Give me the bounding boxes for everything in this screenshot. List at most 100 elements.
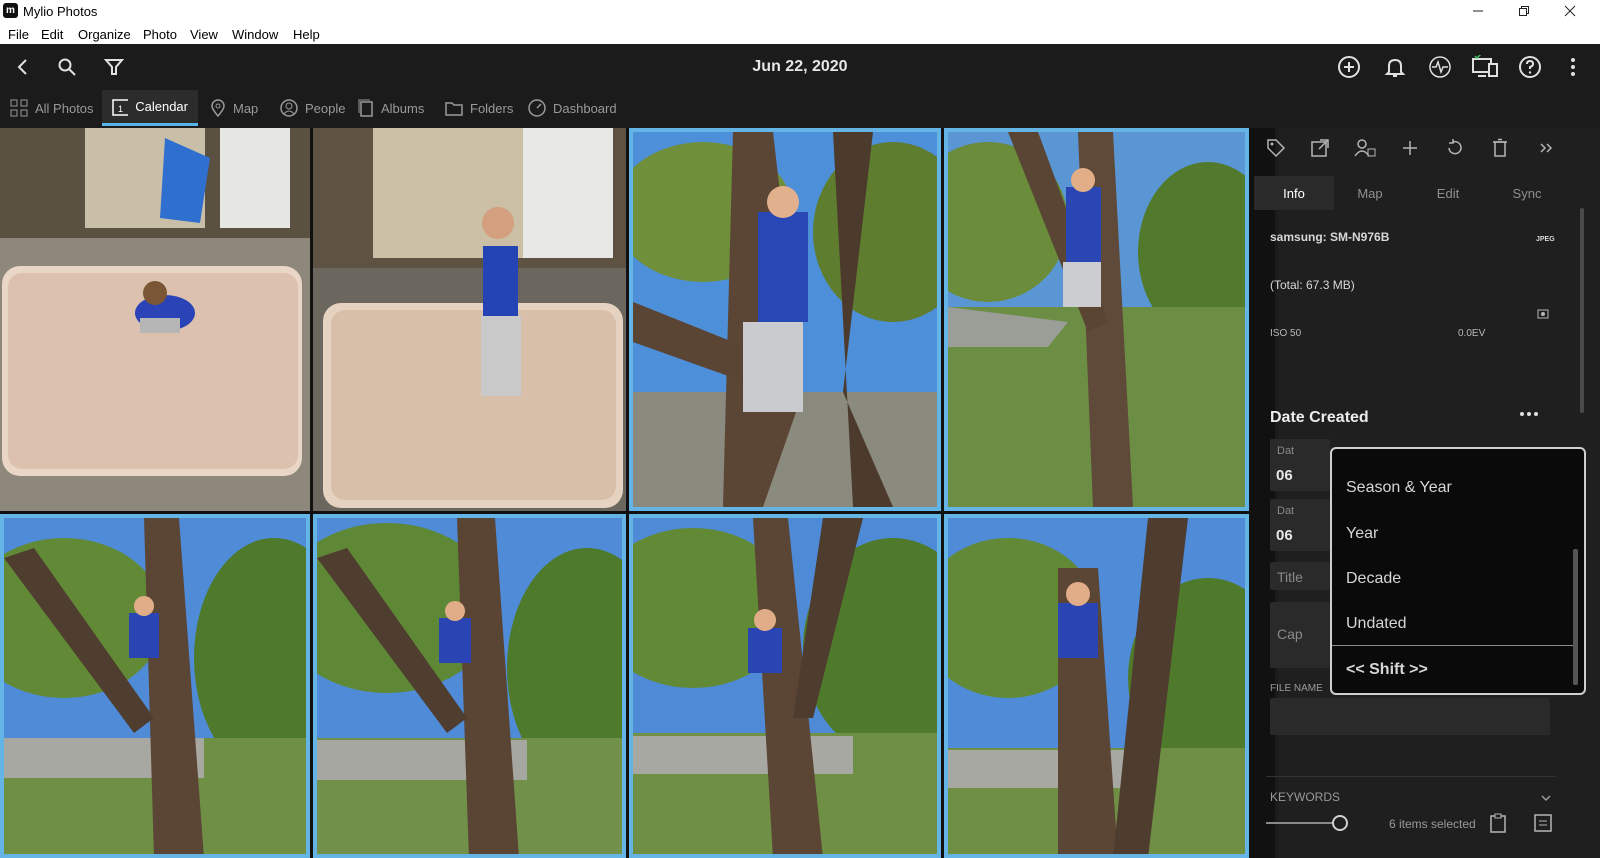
delete-button[interactable]	[1488, 136, 1512, 160]
tab-people[interactable]: People	[270, 90, 355, 126]
date-created-more-button[interactable]	[1518, 406, 1540, 424]
menu-window[interactable]: Window	[232, 27, 278, 42]
photo-tile[interactable]	[0, 128, 310, 511]
popup-season-year[interactable]: Season & Year	[1346, 479, 1452, 497]
list-view-button[interactable]	[1534, 814, 1552, 837]
people-tag-button[interactable]	[1353, 136, 1377, 160]
menu-photo[interactable]: Photo	[143, 27, 177, 42]
date-field-2-value: 06	[1276, 527, 1293, 544]
share-button[interactable]	[1308, 136, 1332, 160]
photo-mattress-jump	[313, 128, 626, 511]
date-field-2-label: Dat	[1277, 505, 1295, 517]
panel-tabs: Info Map Edit Sync	[1254, 176, 1600, 210]
panel-toolbar	[1267, 128, 1600, 168]
photo-tile[interactable]	[0, 514, 310, 858]
devices-button[interactable]	[1470, 52, 1500, 82]
photo-tile[interactable]	[944, 128, 1249, 511]
notifications-button[interactable]	[1380, 52, 1410, 82]
popup-undated[interactable]: Undated	[1346, 615, 1407, 633]
clipboard-button[interactable]	[1489, 813, 1507, 838]
add-button[interactable]	[1334, 52, 1364, 82]
rotate-button[interactable]	[1443, 136, 1467, 160]
tab-sync[interactable]: Sync	[1487, 176, 1567, 210]
panel-scrollbar[interactable]	[1580, 208, 1584, 413]
devices-icon	[1472, 55, 1498, 77]
date-field-1[interactable]: Dat 06	[1270, 439, 1330, 491]
plus-circle-icon	[1338, 56, 1360, 78]
bell-icon	[1384, 58, 1406, 77]
list-icon	[1534, 814, 1552, 832]
tab-map-label: Map	[233, 100, 259, 116]
popup-divider	[1332, 645, 1574, 646]
file-name-label: FILE NAME	[1270, 683, 1323, 694]
zoom-slider-thumb[interactable]	[1332, 815, 1348, 831]
camera-model: samsung: SM-N976B	[1270, 230, 1390, 244]
tab-calendar[interactable]: 1 Calendar	[102, 90, 198, 126]
clipboard-icon	[1490, 813, 1506, 833]
close-button[interactable]	[1547, 0, 1593, 22]
date-field-2[interactable]: Dat 06	[1270, 499, 1330, 551]
tab-people-label: People	[305, 100, 346, 116]
photo-tile[interactable]	[944, 514, 1249, 858]
photo-tree-wide-3	[633, 518, 937, 854]
photo-tile[interactable]	[313, 514, 626, 858]
people-icon	[1354, 139, 1376, 157]
photo-tree-climb-standing	[948, 132, 1245, 507]
selection-count: 6 items selected	[1389, 817, 1476, 831]
keywords-expand-button[interactable]	[1540, 790, 1552, 808]
popup-scrollbar[interactable]	[1573, 549, 1578, 685]
tab-all-photos[interactable]: All Photos	[0, 90, 104, 126]
caption-placeholder: Cap	[1277, 626, 1303, 642]
trash-icon	[1493, 138, 1507, 157]
chevron-down-icon	[1541, 795, 1551, 802]
tab-dashboard[interactable]: Dashboard	[518, 90, 627, 126]
popup-shift[interactable]: << Shift >>	[1346, 661, 1428, 679]
photo-tile[interactable]	[313, 128, 626, 511]
tab-albums[interactable]: Albums	[348, 90, 434, 126]
title-placeholder: Title	[1277, 569, 1303, 585]
popup-year[interactable]: Year	[1346, 525, 1378, 543]
collapse-panel-button[interactable]	[1534, 136, 1558, 160]
menu-organize[interactable]: Organize	[78, 27, 131, 42]
view-tabs: All Photos 1 Calendar Map People Albums …	[0, 90, 1275, 126]
photo-tree-wide-2	[317, 518, 622, 854]
menu-help[interactable]: Help	[293, 27, 320, 42]
person-icon	[280, 99, 298, 117]
rotate-icon	[1448, 139, 1462, 155]
tab-folders[interactable]: Folders	[435, 90, 523, 126]
add-to-album-button[interactable]	[1398, 136, 1422, 160]
help-icon	[1519, 56, 1541, 78]
photo-mattress-crawl	[0, 128, 310, 511]
tab-info[interactable]: Info	[1254, 176, 1334, 210]
photo-tile[interactable]	[629, 128, 941, 511]
photo-tree-wide-4	[948, 518, 1245, 854]
menu-file[interactable]: File	[8, 27, 29, 42]
more-vertical-icon	[1571, 58, 1575, 76]
file-name-field[interactable]	[1270, 698, 1550, 735]
minimize-button[interactable]	[1455, 0, 1501, 22]
close-icon	[1564, 5, 1576, 17]
tab-map[interactable]: Map	[200, 90, 268, 126]
tag-button[interactable]	[1264, 136, 1288, 160]
help-button[interactable]	[1515, 52, 1545, 82]
menu-edit[interactable]: Edit	[41, 27, 63, 42]
tab-map-panel[interactable]: Map	[1330, 176, 1410, 210]
divider	[1266, 776, 1556, 777]
date-created-heading: Date Created	[1270, 409, 1369, 426]
tab-edit[interactable]: Edit	[1408, 176, 1488, 210]
tab-albums-label: Albums	[381, 100, 425, 116]
more-horizontal-icon	[1520, 412, 1538, 416]
title-field[interactable]: Title	[1270, 562, 1330, 590]
calendar-icon: 1	[112, 98, 129, 116]
more-menu-button[interactable]	[1558, 52, 1588, 82]
photo-tile[interactable]	[629, 514, 941, 858]
activity-button[interactable]	[1425, 52, 1455, 82]
svg-text:1: 1	[118, 104, 123, 114]
plus-icon	[1403, 141, 1417, 155]
restore-button[interactable]	[1501, 0, 1547, 22]
folder-icon	[445, 102, 463, 116]
menu-view[interactable]: View	[190, 27, 218, 42]
popup-decade[interactable]: Decade	[1346, 570, 1401, 588]
caption-field[interactable]: Cap	[1270, 602, 1330, 668]
photo-grid	[0, 128, 1275, 858]
